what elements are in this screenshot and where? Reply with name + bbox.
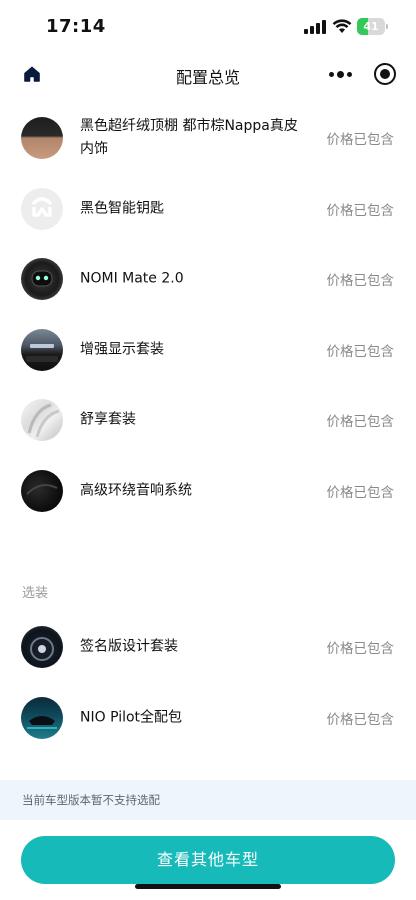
notice-text: 当前车型版本暂不支持选配 [22, 793, 160, 807]
nio-logo-thumb [21, 187, 63, 230]
item-title: 黑色智能钥匙 [80, 200, 164, 217]
list-item: 增强显示套装 价格已包含 [0, 315, 416, 386]
status-time: 17:14 [46, 16, 106, 37]
item-price: 价格已包含 [326, 132, 395, 149]
notice-banner: 当前车型版本暂不支持选配 [0, 780, 416, 820]
list-item: 签名版设计套装 价格已包含 [0, 612, 416, 683]
item-title: 增强显示套装 [80, 341, 164, 358]
battery-icon: 41 [357, 18, 389, 35]
home-indicator [135, 884, 281, 889]
item-price: 价格已包含 [326, 711, 395, 728]
list-item: 舒享套装 价格已包含 [0, 385, 416, 456]
target-icon[interactable] [374, 63, 396, 85]
more-dots-icon[interactable] [326, 62, 356, 86]
list-item: 黑色智能钥匙 价格已包含 [0, 174, 416, 245]
list-item: 高级环绕音响系统 价格已包含 [0, 456, 416, 527]
item-price: 价格已包含 [326, 641, 395, 658]
interior-brown-thumb [21, 117, 63, 159]
item-price: 价格已包含 [326, 202, 395, 219]
battery-level: 41 [363, 20, 379, 33]
list-item: NOMI Mate 2.0 价格已包含 [0, 244, 416, 315]
optional-list: 签名版设计套装 价格已包含 NIO Pilot全配包 价格已包含 [0, 612, 416, 753]
nomi-thumb [21, 258, 63, 300]
view-other-models-button[interactable]: 查看其他车型 [21, 836, 395, 884]
list-item: NIO Pilot全配包 价格已包含 [0, 683, 416, 754]
included-list: 黑色超纤绒顶棚 都市棕Nappa真皮内饰 价格已包含 黑色智能钥匙 价格已包含 … [0, 103, 416, 526]
seat-thumb [21, 399, 63, 441]
signal-icon [304, 20, 326, 34]
audio-thumb [21, 469, 63, 512]
display-thumb [21, 328, 63, 371]
item-title: 黑色超纤绒顶棚 都市棕Nappa真皮内饰 [80, 118, 298, 158]
optional-section-label: 选装 [22, 586, 49, 601]
nav-bar: 配置总览 [0, 54, 416, 96]
item-title: NOMI Mate 2.0 [80, 270, 184, 287]
item-title: 高级环绕音响系统 [80, 482, 192, 499]
item-title: NIO Pilot全配包 [80, 709, 183, 726]
item-price: 价格已包含 [326, 484, 395, 501]
item-price: 价格已包含 [326, 414, 395, 431]
item-title: 舒享套装 [80, 411, 136, 428]
wifi-icon [332, 19, 352, 33]
wheel-thumb [21, 626, 63, 668]
list-item: 黑色超纤绒顶棚 都市棕Nappa真皮内饰 价格已包含 [0, 103, 416, 174]
item-title: 签名版设计套装 [80, 638, 178, 655]
item-price: 价格已包含 [326, 273, 395, 290]
home-icon[interactable] [22, 64, 42, 84]
item-price: 价格已包含 [326, 343, 395, 360]
status-bar: 17:14 41 [0, 0, 416, 54]
pilot-thumb [21, 696, 63, 739]
mini-program-capsule [318, 58, 406, 90]
